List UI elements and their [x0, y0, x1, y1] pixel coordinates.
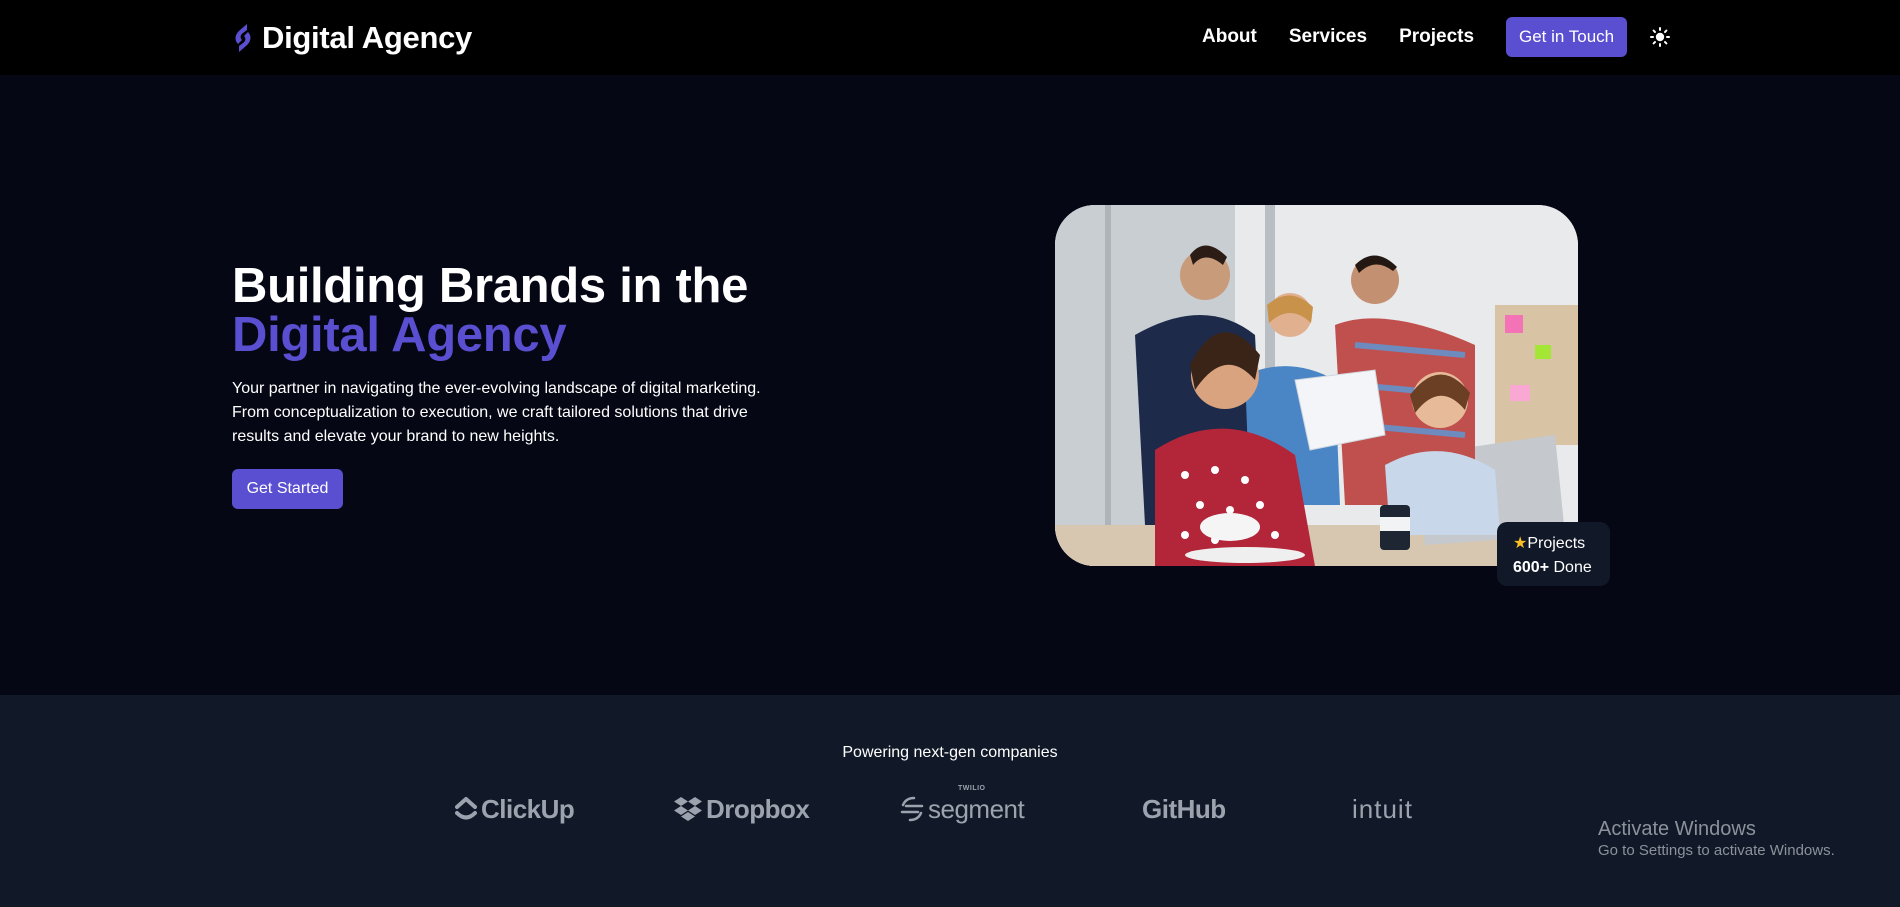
brand-link[interactable]: Digital Agency — [232, 18, 472, 58]
github-logo: GitHub — [1142, 789, 1226, 829]
main-nav: About Services Projects Get in Touch — [1202, 17, 1628, 57]
brand-name: Digital Agency — [262, 20, 472, 55]
nav-projects[interactable]: Projects — [1399, 17, 1474, 57]
segment-prefix: TWILIO — [958, 784, 986, 792]
partners-section: Powering next-gen companies ClickUp Drop… — [0, 695, 1900, 907]
segment-wordmark-wrap: TWILIO segment — [928, 785, 1025, 825]
projects-badge: ★Projects 600+ Done — [1497, 522, 1610, 586]
hero-description: Your partner in navigating the ever-evol… — [232, 380, 761, 445]
hero-title: Building Brands in the Digital Agency — [232, 262, 748, 360]
badge-suffix: Done — [1553, 559, 1592, 576]
team-photo-illustration — [1055, 205, 1578, 566]
nav-services[interactable]: Services — [1289, 17, 1367, 57]
badge-value: 600+ — [1513, 559, 1550, 576]
activate-title: Activate Windows — [1598, 818, 1756, 840]
hero-team-photo — [1055, 205, 1578, 566]
segment-wordmark: segment — [928, 793, 1025, 824]
hero-title-accent: Digital Agency — [232, 308, 567, 362]
badge-row-value: 600+ Done — [1513, 556, 1610, 580]
dropbox-icon — [674, 797, 702, 821]
intuit-wordmark: intuit — [1352, 793, 1413, 824]
sun-icon — [1650, 27, 1670, 47]
segment-logo: TWILIO segment — [900, 785, 1025, 829]
theme-toggle-button[interactable] — [1648, 25, 1672, 49]
intuit-logo: intuit — [1352, 789, 1413, 829]
hero-title-line: Building Brands in the — [232, 259, 749, 313]
badge-label: Projects — [1527, 535, 1586, 552]
github-wordmark: GitHub — [1142, 793, 1226, 824]
star-icon: ★ — [1513, 535, 1528, 552]
partners-title: Powering next-gen companies — [842, 744, 1058, 761]
brand-logo-icon — [235, 24, 251, 52]
windows-activation-notice: Activate Windows Go to Settings to activ… — [1598, 817, 1835, 861]
dropbox-logo: Dropbox — [674, 789, 810, 829]
clickup-wordmark: ClickUp — [481, 793, 575, 824]
hero-section: Building Brands in the Digital Agency Yo… — [0, 75, 1900, 695]
nav-about[interactable]: About — [1202, 17, 1257, 57]
segment-icon — [900, 796, 924, 822]
activate-subtitle: Go to Settings to activate Windows. — [1598, 842, 1835, 859]
clickup-icon — [455, 797, 477, 820]
navbar: Digital Agency About Services Projects G… — [0, 0, 1900, 75]
clickup-logo: ClickUp — [455, 789, 575, 829]
badge-row-label: ★Projects — [1513, 532, 1610, 556]
get-in-touch-button[interactable]: Get in Touch — [1506, 17, 1628, 57]
dropbox-wordmark: Dropbox — [706, 793, 810, 824]
get-started-button[interactable]: Get Started — [232, 469, 343, 509]
